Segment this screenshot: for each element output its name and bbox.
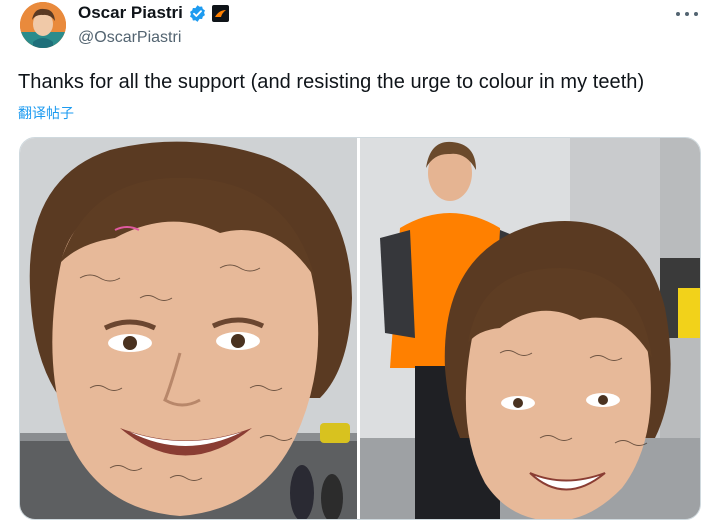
author-display-name[interactable]: Oscar Piastri	[78, 3, 183, 23]
name-row: Oscar Piastri	[78, 2, 229, 24]
tweet-header: Oscar Piastri @OscarPiastri	[78, 2, 229, 48]
more-options-button[interactable]	[676, 6, 698, 22]
driver-holding-giant-face-photo[interactable]	[360, 138, 700, 519]
translate-post-link[interactable]: 翻译帖子	[18, 103, 74, 123]
verified-badge-icon[interactable]	[188, 4, 207, 23]
tweet-media-grid	[19, 137, 701, 520]
tweet-card: Oscar Piastri @OscarPiastri Thanks for a…	[0, 0, 720, 532]
signed-giant-face-cutout-photo[interactable]	[20, 138, 357, 519]
author-handle[interactable]: @OscarPiastri	[78, 29, 229, 47]
avatar-image	[20, 2, 66, 48]
tweet-text: Thanks for all the support (and resistin…	[18, 71, 645, 93]
more-horizontal-icon	[676, 12, 680, 16]
mclaren-affiliate-badge-icon[interactable]	[211, 4, 229, 22]
author-avatar[interactable]	[20, 2, 66, 48]
